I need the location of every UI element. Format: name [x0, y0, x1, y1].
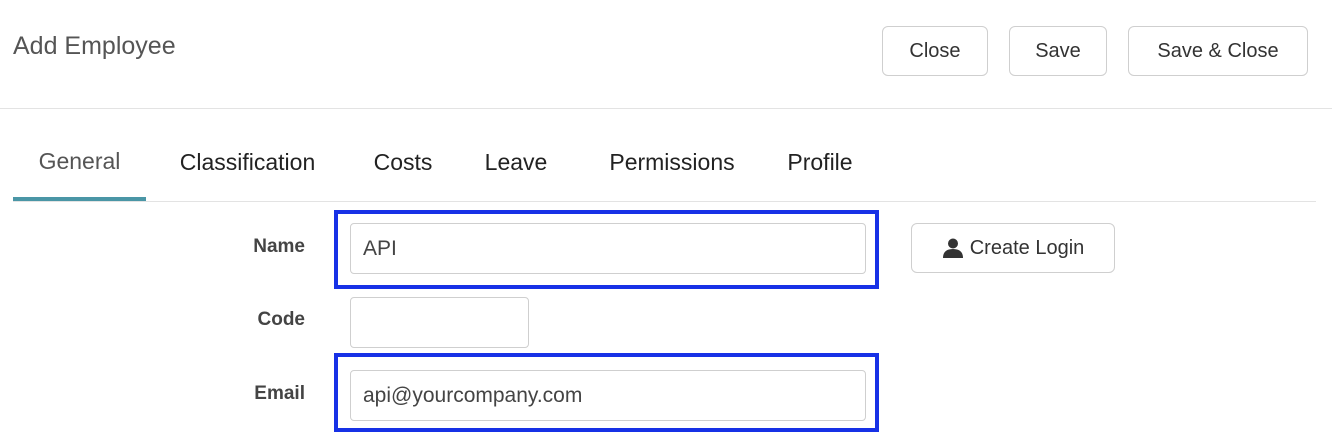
tab-bar: General Classification Costs Leave Permi… [13, 132, 1316, 202]
tab-permissions[interactable]: Permissions [589, 132, 755, 198]
tab-general[interactable]: General [13, 132, 146, 201]
page-title: Add Employee [13, 32, 176, 60]
save-and-close-button[interactable]: Save & Close [1128, 26, 1308, 76]
name-input[interactable]: API [350, 223, 866, 274]
code-input[interactable] [350, 297, 529, 348]
save-button[interactable]: Save [1009, 26, 1107, 76]
tab-leave[interactable]: Leave [475, 132, 557, 198]
create-login-label: Create Login [969, 236, 1085, 259]
user-icon [942, 238, 963, 258]
create-login-button[interactable]: Create Login [911, 223, 1115, 273]
tab-costs[interactable]: Costs [363, 132, 443, 198]
add-employee-page: Add Employee Close Save Save & Close Gen… [0, 0, 1332, 436]
email-input[interactable]: api@yourcompany.com [350, 370, 866, 421]
email-label: Email [254, 383, 305, 404]
page-header: Add Employee Close Save Save & Close [0, 0, 1332, 109]
code-label: Code [257, 309, 306, 330]
close-button[interactable]: Close [882, 26, 988, 76]
tab-classification[interactable]: Classification [160, 132, 335, 198]
tab-profile[interactable]: Profile [775, 132, 865, 198]
name-label: Name [253, 236, 305, 257]
